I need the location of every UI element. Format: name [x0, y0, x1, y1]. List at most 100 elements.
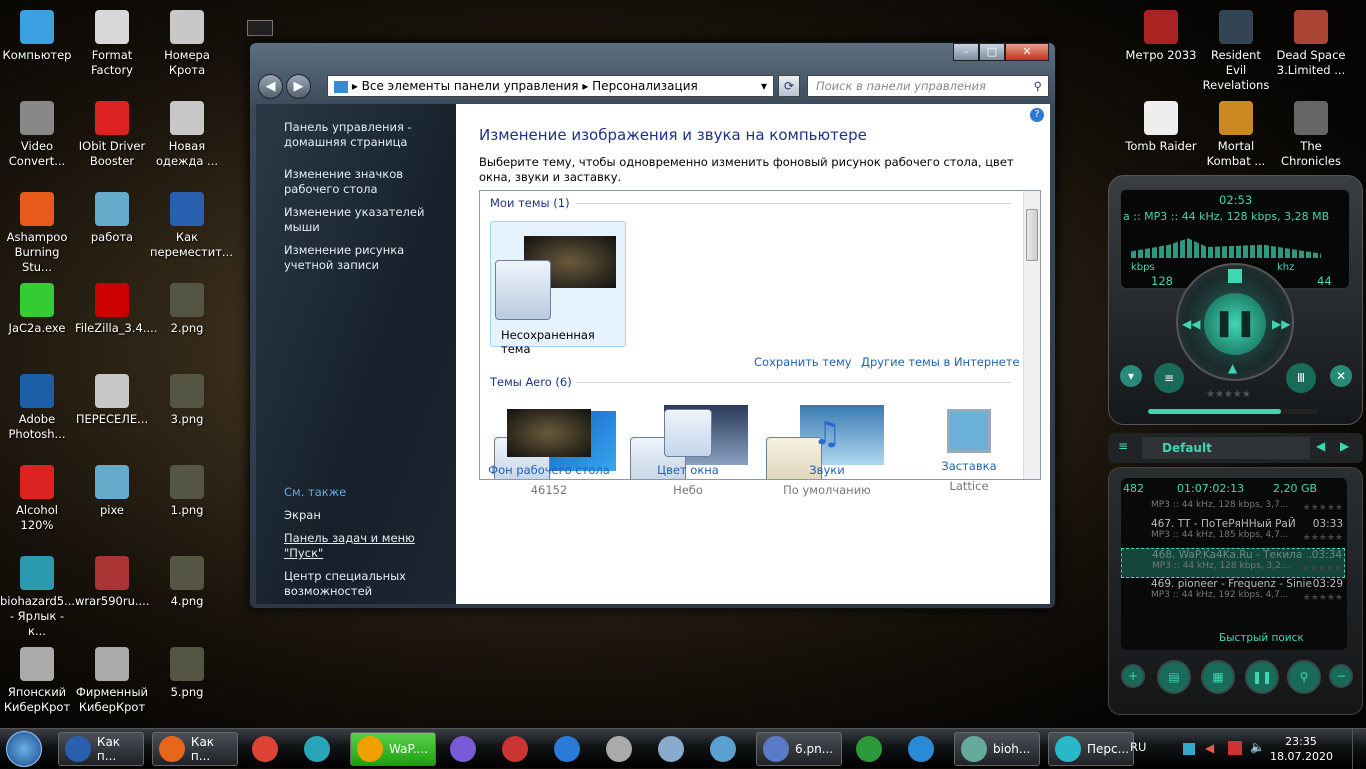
next-button[interactable]: ▶▶: [1272, 317, 1290, 331]
desktop-icon[interactable]: Номера Крота: [150, 4, 224, 78]
small-desktop-icon[interactable]: [247, 20, 273, 36]
link-mouse-pointers[interactable]: Изменение указателей мыши: [284, 205, 450, 235]
desktop-icon[interactable]: Resident Evil Revelations: [1199, 4, 1273, 93]
clock[interactable]: 23:35 18.07.2020: [1270, 734, 1333, 764]
playlist-track[interactable]: 466. Стася - Через Каникулы04:02MP3 :: 4…: [1121, 500, 1345, 518]
quick-search[interactable]: Быстрый поиск: [1219, 632, 1304, 644]
desktop-icon[interactable]: The Chronicles ...: [1274, 95, 1348, 184]
preset-prev-icon[interactable]: ◀: [1316, 439, 1325, 453]
network-icon[interactable]: [1183, 743, 1195, 755]
more-themes-link[interactable]: Другие темы в Интернете: [861, 355, 1020, 369]
address-bar[interactable]: ▸ Все элементы панели управления ▸ Персо…: [327, 75, 774, 97]
playlist-track[interactable]: 467. ТТ - ПоТеРяННый РаЙ 03:33 MP3 :: 44 k…: [1121, 518, 1345, 548]
desktop-icon[interactable]: Video Convert...: [0, 95, 74, 169]
track-rating[interactable]: ★★★★★: [1302, 564, 1342, 574]
playlist-menu-icon[interactable]: ≡: [1118, 439, 1128, 453]
rating-stars[interactable]: ★★★★★: [1206, 389, 1251, 400]
link-desktop-icons[interactable]: Изменение значков рабочего стола: [284, 167, 450, 197]
link-accessibility[interactable]: Центр специальных возможностей: [284, 569, 454, 599]
playlist-toggle-button[interactable]: ≡: [1154, 363, 1184, 393]
help-icon[interactable]: ?: [1030, 108, 1044, 122]
taskbar-item[interactable]: Как п...: [152, 732, 238, 766]
taskbar-item[interactable]: [444, 732, 490, 766]
track-rating[interactable]: ★★★★★: [1303, 593, 1343, 603]
desktop-icon[interactable]: Ashampoo Burning Stu...: [0, 186, 74, 275]
screensaver-button[interactable]: Заставка Lattice: [904, 409, 1034, 493]
desktop-icon[interactable]: IObit Driver Booster: [75, 95, 149, 169]
desktop-icon[interactable]: wrar590ru....: [75, 550, 150, 609]
taskbar-item[interactable]: [496, 732, 542, 766]
open-button[interactable]: ▲: [1228, 361, 1237, 375]
stop-button[interactable]: [1228, 269, 1242, 283]
desktop-icon[interactable]: JaC2a.exe: [0, 277, 74, 336]
desktop-icon[interactable]: Фирменный КиберКрот: [75, 641, 149, 715]
desktop-icon[interactable]: Format Factory: [75, 4, 149, 78]
track-rating[interactable]: ★★★★★: [1303, 503, 1343, 513]
volume-icon[interactable]: 🔈: [1250, 740, 1265, 754]
equalizer-button[interactable]: Ⅲ: [1286, 363, 1316, 393]
minimize-button[interactable]: –: [953, 43, 979, 61]
link-account-picture[interactable]: Изменение рисунка учетной записи: [284, 243, 450, 273]
previous-button[interactable]: ◀◀: [1182, 317, 1200, 331]
preset-selector[interactable]: Default: [1142, 437, 1310, 459]
taskbar-item[interactable]: [850, 732, 896, 766]
back-button[interactable]: ◀: [258, 74, 283, 99]
forward-button[interactable]: ▶: [286, 74, 311, 99]
desktop-icon[interactable]: Mortal Kombat ...: [1199, 95, 1273, 169]
sounds-button[interactable]: ♫ Звуки По умолчанию: [762, 409, 892, 497]
desktop-icon[interactable]: Adobe Photosh...: [0, 368, 74, 442]
track-rating[interactable]: ★★★★★: [1303, 533, 1343, 543]
playlist-track[interactable]: 468. WaP.Ka4Ka.Ru - Текила ... 03:34 MP3 :…: [1121, 548, 1345, 578]
close-button[interactable]: ✕: [1005, 43, 1049, 61]
search-input[interactable]: Поиск в панели управления ⚲: [807, 75, 1049, 97]
taskbar-item[interactable]: [246, 732, 292, 766]
address-dropdown-icon[interactable]: ▾: [761, 76, 767, 96]
taskbar-item[interactable]: Как п...: [58, 732, 144, 766]
playlist-button[interactable]: ▤: [1157, 660, 1191, 694]
desktop-background-button[interactable]: Фон рабочего стола 46152: [484, 409, 614, 497]
link-display[interactable]: Экран: [284, 508, 454, 523]
taskbar-item[interactable]: Перс...: [1048, 732, 1134, 766]
desktop-icon[interactable]: 1.png: [150, 459, 224, 518]
taskbar-item[interactable]: [652, 732, 698, 766]
desktop-icon[interactable]: Метро 2033: [1124, 4, 1198, 63]
sort-button[interactable]: ❚❚: [1245, 660, 1279, 694]
seek-slider[interactable]: [1148, 409, 1318, 414]
taskbar-item[interactable]: WaP....: [350, 732, 436, 766]
desktop-icon[interactable]: 4.png: [150, 550, 224, 609]
taskbar-item[interactable]: [298, 732, 344, 766]
desktop-icon[interactable]: 3.png: [150, 368, 224, 427]
playlist-track[interactable]: 469. pioneer - Frequenz - Sinie ... 03:29…: [1121, 578, 1345, 608]
antivirus-icon[interactable]: [1228, 741, 1242, 755]
taskbar-item[interactable]: [548, 732, 594, 766]
link-control-panel-home[interactable]: Панель управления - домашняя страница: [284, 120, 450, 150]
desktop-icon[interactable]: FileZilla_3.4....: [75, 277, 157, 336]
desktop-icon[interactable]: pixe: [75, 459, 149, 518]
preset-next-icon[interactable]: ▶: [1340, 439, 1349, 453]
search-icon[interactable]: ⚲: [1034, 76, 1042, 96]
search-button[interactable]: ⚲: [1287, 660, 1321, 694]
group-button[interactable]: ▦: [1201, 660, 1235, 694]
desktop-icon[interactable]: biohazard5... - Ярлык - к...: [0, 550, 75, 639]
add-button[interactable]: +: [1121, 664, 1145, 688]
taskbar-item[interactable]: [704, 732, 750, 766]
language-indicator[interactable]: RU: [1130, 740, 1146, 754]
link-taskbar[interactable]: Панель задач и меню "Пуск": [284, 531, 454, 561]
desktop-icon[interactable]: Компьютер: [0, 4, 74, 63]
taskbar-item[interactable]: [600, 732, 646, 766]
speaker-muted-tray-icon[interactable]: ◀: [1205, 741, 1214, 755]
breadcrumb-all-items[interactable]: Все элементы панели управления: [362, 79, 579, 93]
desktop-icon[interactable]: 5.png: [150, 641, 224, 700]
remove-button[interactable]: −: [1329, 664, 1353, 688]
save-theme-link[interactable]: Сохранить тему: [754, 355, 852, 369]
taskbar-item[interactable]: bioh...: [954, 732, 1040, 766]
menu-button[interactable]: ▾: [1120, 365, 1142, 387]
desktop-icon[interactable]: Tomb Raider: [1124, 95, 1198, 154]
taskbar-item[interactable]: 6.pn...: [756, 732, 842, 766]
desktop-icon[interactable]: Новая одежда ...: [150, 95, 224, 169]
unsaved-theme-tile[interactable]: Несохраненная тема: [490, 221, 626, 356]
taskbar-item[interactable]: [902, 732, 948, 766]
pause-button[interactable]: ❚❚: [1204, 293, 1266, 355]
breadcrumb-personalization[interactable]: Персонализация: [592, 79, 698, 93]
desktop-icon[interactable]: Alcohol 120%: [0, 459, 74, 533]
